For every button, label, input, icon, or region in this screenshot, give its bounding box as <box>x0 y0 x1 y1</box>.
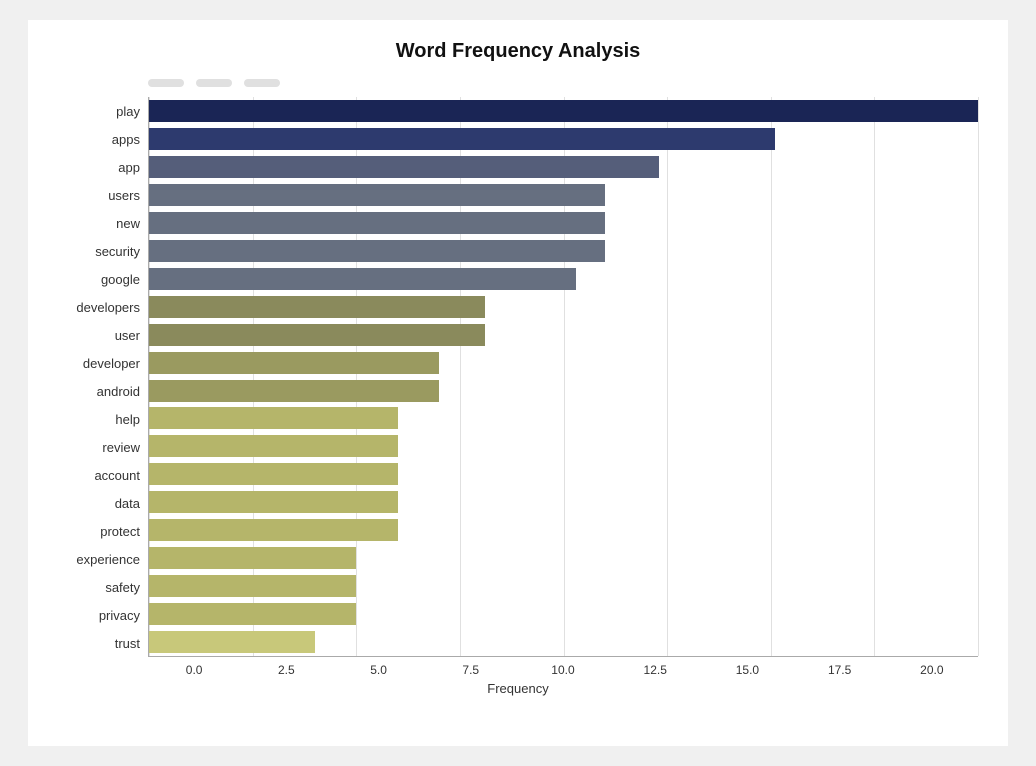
y-label: privacy <box>99 601 140 629</box>
bar-row <box>149 544 978 572</box>
y-axis-labels: playappsappusersnewsecuritygoogledevelop… <box>58 97 148 657</box>
bar-row <box>149 349 978 377</box>
bar-row <box>149 321 978 349</box>
filter-pill-2[interactable] <box>196 79 232 87</box>
bar <box>149 435 398 457</box>
bar <box>149 212 605 234</box>
bar-row <box>149 377 978 405</box>
x-tick: 10.0 <box>517 663 609 677</box>
y-label: play <box>116 97 140 125</box>
filter-bar <box>148 79 978 87</box>
y-label: developer <box>83 349 140 377</box>
y-label: trust <box>115 629 140 657</box>
x-tick: 15.0 <box>701 663 793 677</box>
filter-pill-1[interactable] <box>148 79 184 87</box>
y-label: help <box>115 405 140 433</box>
bar <box>149 352 439 374</box>
y-label: apps <box>112 125 140 153</box>
y-label: user <box>115 321 140 349</box>
x-axis-container: 0.02.55.07.510.012.515.017.520.0 Frequen… <box>58 657 978 696</box>
y-label: android <box>97 377 140 405</box>
bar <box>149 463 398 485</box>
bar <box>149 491 398 513</box>
bar-row <box>149 265 978 293</box>
x-tick: 0.0 <box>148 663 240 677</box>
bar <box>149 156 659 178</box>
bar-row <box>149 125 978 153</box>
bar <box>149 519 398 541</box>
y-label: new <box>116 209 140 237</box>
bar <box>149 240 605 262</box>
x-tick: 20.0 <box>886 663 978 677</box>
x-tick: 17.5 <box>794 663 886 677</box>
y-label: experience <box>76 545 140 573</box>
x-tick: 7.5 <box>425 663 517 677</box>
bar <box>149 631 315 653</box>
bar-row <box>149 237 978 265</box>
bars-plot <box>148 97 978 657</box>
x-tick: 2.5 <box>240 663 332 677</box>
bar-row <box>149 460 978 488</box>
bar <box>149 407 398 429</box>
x-axis-label: Frequency <box>58 681 978 696</box>
bar <box>149 100 978 122</box>
y-label: developers <box>76 293 140 321</box>
y-label: app <box>118 153 140 181</box>
bar-row <box>149 600 978 628</box>
bar <box>149 128 775 150</box>
bar <box>149 296 485 318</box>
bar-row <box>149 404 978 432</box>
grid-line <box>978 97 979 656</box>
bar <box>149 268 576 290</box>
bar-row <box>149 97 978 125</box>
x-tick: 5.0 <box>332 663 424 677</box>
x-tick: 12.5 <box>609 663 701 677</box>
x-axis: 0.02.55.07.510.012.515.017.520.0 <box>148 657 978 677</box>
y-label: data <box>115 489 140 517</box>
y-label: safety <box>105 573 140 601</box>
bar <box>149 184 605 206</box>
y-label: security <box>95 237 140 265</box>
y-label: google <box>101 265 140 293</box>
bar-row <box>149 432 978 460</box>
bar-row <box>149 516 978 544</box>
bar-row <box>149 572 978 600</box>
chart-title: Word Frequency Analysis <box>58 40 978 63</box>
bar <box>149 575 356 597</box>
bar-row <box>149 628 978 656</box>
filter-pill-3[interactable] <box>244 79 280 87</box>
bar-row <box>149 488 978 516</box>
bar-row <box>149 153 978 181</box>
y-label: protect <box>100 517 140 545</box>
bar <box>149 603 356 625</box>
y-label: users <box>108 181 140 209</box>
bars-section: playappsappusersnewsecuritygoogledevelop… <box>58 97 978 657</box>
y-label: review <box>102 433 140 461</box>
y-label: account <box>94 461 140 489</box>
chart-container: Word Frequency Analysis playappsappusers… <box>28 20 1008 746</box>
bar-row <box>149 181 978 209</box>
bar <box>149 547 356 569</box>
bar-row <box>149 293 978 321</box>
chart-area: playappsappusersnewsecuritygoogledevelop… <box>58 97 978 696</box>
bar-row <box>149 209 978 237</box>
bar <box>149 324 485 346</box>
bar <box>149 380 439 402</box>
